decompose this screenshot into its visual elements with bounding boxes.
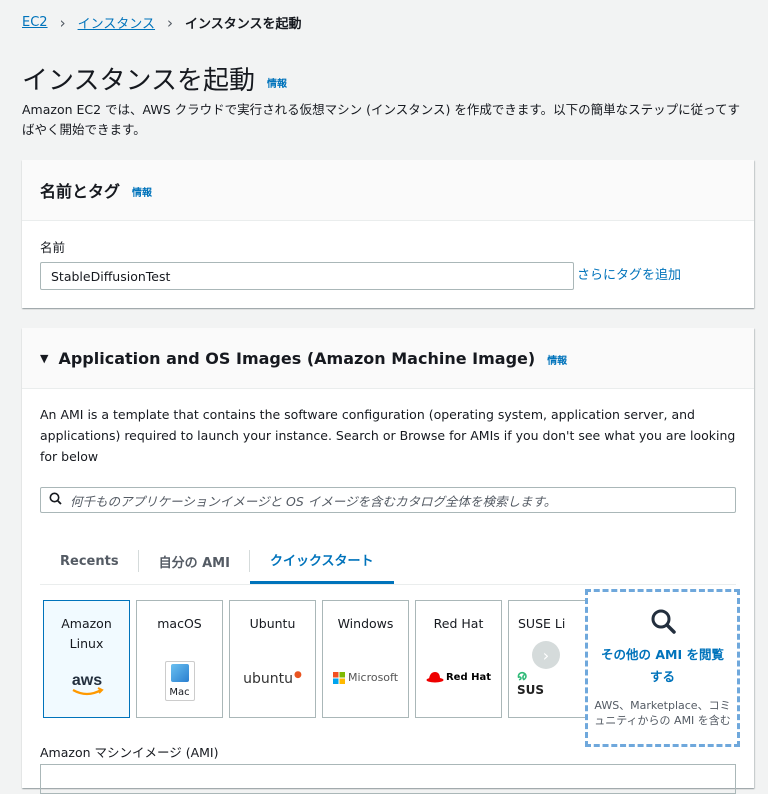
ami-tabs: Recents 自分の AMI クイックスタート [40,538,736,585]
microsoft-logo-icon: Microsoft [323,671,408,684]
tile-label: Amazon Linux [61,616,112,651]
search-placeholder: 何千ものアプリケーションイメージと OS イメージを含むカタログ全体を検索します… [70,493,557,509]
search-icon [49,492,62,508]
tile-macos[interactable]: macOS Mac [136,600,223,718]
page-info-link[interactable]: 情報 [267,75,287,90]
add-tag-link[interactable]: さらにタグを追加 [577,264,681,283]
breadcrumb: EC2 › インスタンス › インスタンスを起動 [22,13,302,33]
microsoft-logo-text: Microsoft [347,671,399,684]
ami-select-label: Amazon マシンイメージ (AMI) [40,745,219,760]
aws-logo-icon: aws [44,671,129,701]
tile-label: Windows [337,616,394,631]
os-tiles: Amazon Linux aws macOS Mac Ubuntu ubuntu… [43,600,595,718]
breadcrumb-ec2-link[interactable]: EC2 [22,15,48,30]
page-title-text: インスタンスを起動 [22,66,255,96]
next-tiles-button[interactable]: › [532,641,560,669]
chevron-right-icon: › [167,13,174,32]
tile-amazon-linux[interactable]: Amazon Linux aws [43,600,130,718]
redhat-logo-text: Red Hat [445,671,492,683]
chevron-right-icon: › [59,13,66,32]
ami-header[interactable]: ▼ Application and OS Images (Amazon Mach… [22,328,754,389]
browse-more-amis-button[interactable]: その他の AMI を閲覧する AWS、Marketplace、コミュニティからの… [585,589,740,747]
search-icon [588,608,737,638]
tab-recents[interactable]: Recents [40,538,139,584]
breadcrumb-instances-link[interactable]: インスタンス [78,13,155,32]
breadcrumb-current: インスタンスを起動 [185,17,302,32]
ubuntu-logo-text: ubuntu [243,671,293,687]
ami-info-link[interactable]: 情報 [547,352,567,367]
mac-logo-icon: Mac [137,661,222,701]
ami-select[interactable] [40,764,736,794]
name-tags-heading: 名前とタグ [40,182,121,201]
caret-down-icon: ▼ [40,351,49,365]
tile-label: SUSE Li [518,616,566,631]
aws-logo-text: aws [71,672,101,689]
page-title: インスタンスを起動 情報 [22,60,287,97]
tile-label: Ubuntu [249,616,296,631]
redhat-logo-icon: Red Hat [416,671,501,683]
name-label: 名前 [40,240,66,255]
name-tags-header: 名前とタグ 情報 [22,160,754,221]
page-description: Amazon EC2 では、AWS クラウドで実行される仮想マシン (インスタン… [22,102,741,137]
tile-ubuntu[interactable]: Ubuntu ubuntu ● [229,600,316,718]
tile-redhat[interactable]: Red Hat Red Hat [415,600,502,718]
suse-logo-text: SUS [517,683,545,697]
ami-description: An AMI is a template that contains the s… [40,407,736,464]
name-tags-info-link[interactable]: 情報 [132,184,152,199]
ubuntu-logo-icon: ubuntu ● [243,670,302,687]
ami-heading: Application and OS Images (Amazon Machin… [58,348,536,368]
tile-windows[interactable]: Windows Microsoft [322,600,409,718]
name-input[interactable]: StableDiffusionTest [40,262,574,290]
tile-label: Red Hat [433,616,484,631]
ami-panel: ▼ Application and OS Images (Amazon Mach… [22,328,754,794]
suse-logo-icon: ၷ SUS [517,664,545,698]
mac-logo-text: Mac [169,687,190,698]
tab-my-ami[interactable]: 自分の AMI [139,538,251,584]
tab-quickstart[interactable]: クイックスタート [249,538,394,584]
browse-subtitle: AWS、Marketplace、コミュニティからの AMI を含む [594,699,731,727]
tile-label: macOS [157,616,202,631]
browse-title: その他の AMI を閲覧する [601,647,724,684]
ami-search-input[interactable]: 何千ものアプリケーションイメージと OS イメージを含むカタログ全体を検索します… [40,487,736,513]
name-tags-panel: 名前とタグ 情報 名前 StableDiffusionTest さらにタグを追加 [22,160,754,308]
